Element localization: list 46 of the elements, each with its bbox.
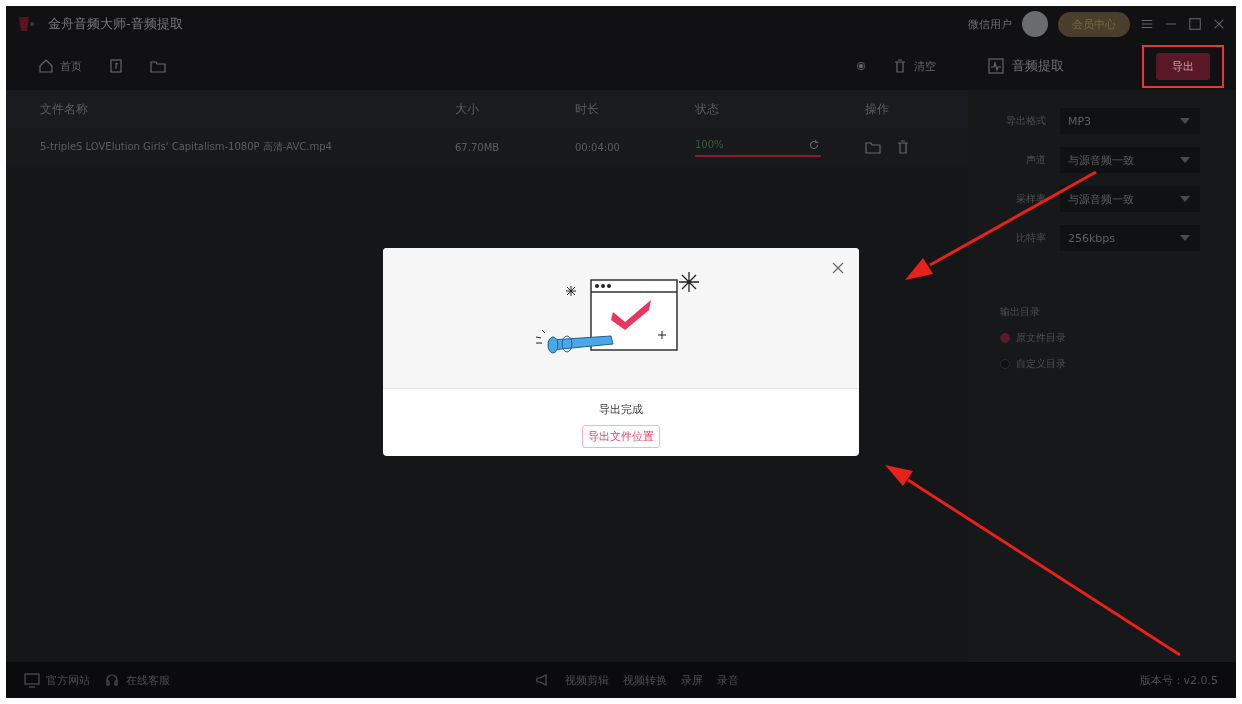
home-button[interactable]: 首页	[38, 58, 82, 74]
column-header: 时长	[575, 100, 600, 118]
tool-link[interactable]: 视频剪辑	[565, 672, 609, 688]
trash-icon	[892, 58, 908, 74]
select-field[interactable]: MP3	[1060, 108, 1200, 134]
waveform-icon[interactable]	[988, 58, 1004, 74]
menu-icon[interactable]	[1140, 17, 1154, 31]
delete-icon[interactable]	[895, 139, 911, 155]
dropdown-caret-icon	[1180, 196, 1190, 202]
column-header: 状态	[695, 100, 720, 118]
dialog-message: 导出完成	[599, 402, 643, 417]
column-header: 操作	[865, 100, 890, 118]
window-title: 金舟音频大师-音频提取	[48, 15, 183, 33]
radio-button[interactable]	[1000, 359, 1010, 369]
add-folder-icon[interactable]	[150, 58, 166, 74]
open-location-button[interactable]: 导出文件位置	[582, 425, 660, 448]
column-header: 大小	[455, 100, 480, 118]
file-size: 67.70MB	[455, 141, 501, 153]
panel-title: 音频提取	[1012, 57, 1064, 75]
maximize-icon[interactable]	[1188, 17, 1202, 31]
file-name: 5-tripleS LOVElution Girls' Capitalism-1080P 高清-AVC.mp4	[40, 140, 333, 154]
close-icon[interactable]	[831, 261, 845, 275]
dropdown-caret-icon	[1180, 157, 1190, 163]
file-duration: 00:04:00	[575, 141, 621, 153]
tool-link[interactable]: 录音	[717, 672, 739, 688]
monitor-icon	[24, 672, 40, 688]
radio-button[interactable]	[1000, 333, 1010, 343]
column-header: 文件名称	[40, 100, 89, 118]
footer-link[interactable]: 官方网站	[24, 672, 90, 688]
radio-icon[interactable]	[856, 61, 866, 71]
close-icon[interactable]	[1212, 17, 1226, 31]
dropdown-caret-icon	[1180, 118, 1190, 124]
refresh-icon[interactable]	[807, 137, 821, 152]
headset-icon	[104, 672, 120, 688]
export-button[interactable]: 导出	[1156, 52, 1210, 80]
footer-link[interactable]: 在线客服	[104, 672, 170, 688]
tool-link[interactable]: 视频转换	[623, 672, 667, 688]
folder-icon[interactable]	[865, 139, 881, 155]
status-text: 100%	[695, 139, 724, 150]
home-icon	[38, 58, 54, 74]
avatar[interactable]	[1022, 11, 1048, 37]
select-field[interactable]: 256kbps	[1060, 225, 1200, 251]
dropdown-caret-icon	[1180, 235, 1190, 241]
user-name: 微信用户	[968, 16, 1012, 32]
clear-button[interactable]: 清空	[892, 58, 936, 74]
tool-link[interactable]: 录屏	[681, 672, 703, 688]
